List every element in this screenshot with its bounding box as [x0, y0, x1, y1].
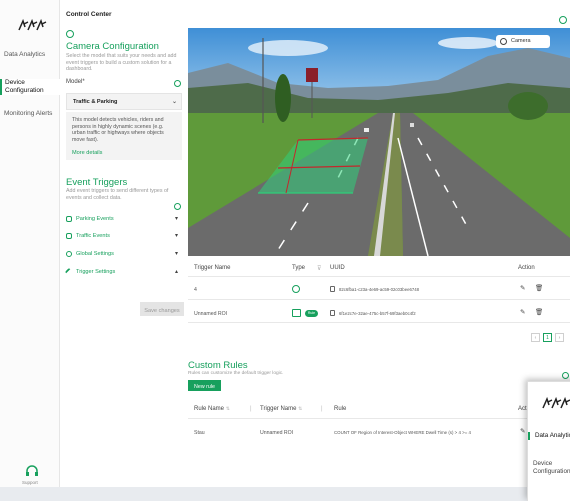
info-icon[interactable] [174, 80, 181, 87]
sidebar-item-data-analytics[interactable]: Data Analytics [528, 432, 570, 440]
accordion-label: Traffic Events [76, 233, 110, 239]
camera-button-label: Camera [511, 38, 531, 44]
sidebar: Data Analytics Device Configuration Moni… [0, 0, 60, 487]
camera-button[interactable]: Camera [496, 35, 550, 48]
sidebar-item-data-analytics[interactable]: Data Analytics [0, 51, 60, 59]
accordion-label: Trigger Settings [76, 269, 116, 275]
settings-gear-icon[interactable] [559, 16, 567, 24]
new-rule-button[interactable]: New rule [188, 380, 221, 391]
model-select-value: Traffic & Parking [73, 99, 118, 105]
rule-name-cell: Stau [194, 430, 205, 436]
uuid-cell: 6f1e2c7e-32ae-475c-b57f-69f3aeb0c4f2 [339, 311, 416, 316]
app-window: Data Analytics Device Configuration Moni… [0, 0, 570, 501]
column-separator: | [250, 406, 252, 412]
header-trigger-name[interactable]: Trigger Name ⇅ [260, 406, 302, 412]
brand-logo [18, 18, 47, 31]
wrench-icon [64, 267, 74, 277]
filter-icon[interactable]: ⊽ [317, 265, 321, 272]
sidebar-item-device-configuration[interactable]: Device Configuration [528, 460, 570, 476]
trash-icon[interactable]: 🗑 [535, 284, 543, 292]
event-triggers-description: Add event triggers to send different typ… [66, 188, 169, 201]
parking-icon [66, 216, 72, 222]
globe-icon [66, 251, 72, 257]
camera-icon [500, 38, 507, 45]
edit-icon[interactable]: ✎ [520, 308, 525, 316]
camera-configuration-title: Camera Configuration [66, 41, 159, 52]
pagination-next[interactable]: › [555, 333, 564, 342]
custom-rules-description: Rules can customize the default trigger … [188, 371, 284, 376]
pagination-page[interactable]: 1 [543, 333, 552, 342]
brand-logo [542, 396, 570, 409]
header-uuid: UUID [330, 265, 345, 271]
sort-icon: ⇅ [225, 406, 230, 412]
header-label: Trigger Name [260, 406, 297, 412]
model-description: This model detects vehicles, riders and … [72, 117, 164, 143]
sidebar-item-monitoring-alerts[interactable]: Monitoring Alerts [0, 110, 60, 118]
chevron-down-icon: ▾ [174, 251, 178, 257]
copy-icon[interactable] [330, 286, 335, 292]
divider [188, 276, 570, 277]
copy-icon[interactable] [330, 310, 335, 316]
accordion-label: Global Settings [76, 251, 114, 257]
main-content: Camera Trigger Name Type ⊽ UUID Action 4… [188, 0, 570, 487]
save-changes-button[interactable]: Save changes [140, 302, 184, 316]
chevron-down-icon: ▾ [174, 216, 178, 222]
header-type[interactable]: Type [292, 265, 305, 271]
trigger-name-cell: Unnamed ROI [194, 311, 228, 317]
headset-icon[interactable] [25, 465, 39, 477]
traffic-icon [66, 233, 72, 239]
back-icon[interactable] [66, 30, 74, 38]
chevron-down-icon: ⌄ [172, 99, 178, 105]
support-label[interactable]: Support [22, 480, 38, 485]
trigger-name-cell: Unnamed ROI [260, 430, 294, 436]
header-trigger-name[interactable]: Trigger Name [194, 265, 230, 271]
circle-trigger-icon [292, 285, 300, 293]
camera-configuration-description: Select the model that suits your needs a… [66, 53, 177, 73]
camera-feed[interactable]: Camera [188, 28, 570, 256]
overlay-window[interactable]: Data Analytics Device Configuration [527, 381, 570, 501]
more-details-link[interactable]: More details [72, 150, 102, 156]
chevron-up-icon: ▴ [174, 269, 178, 275]
chevron-down-icon: ▾ [174, 233, 178, 239]
edit-icon[interactable]: ✎ [520, 427, 525, 435]
camera-image [188, 28, 570, 256]
header-label: Rule Name [194, 406, 225, 412]
header-rule-name[interactable]: Rule Name ⇅ [194, 406, 230, 412]
accordion-global-settings[interactable]: Global Settings ▾ [66, 247, 182, 263]
trash-icon[interactable]: 🗑 [535, 308, 543, 316]
model-select[interactable]: Traffic & Parking ⌄ [66, 93, 182, 110]
configuration-panel: Control Center Camera Configuration Sele… [60, 0, 186, 487]
column-separator: | [321, 406, 323, 412]
accordion-parking-events[interactable]: Parking Events ▾ [66, 212, 182, 228]
pagination-prev[interactable]: ‹ [531, 333, 540, 342]
rule-badge: Rule [305, 310, 318, 317]
header-rule: Rule [334, 406, 347, 412]
accordion-traffic-events[interactable]: Traffic Events ▾ [66, 229, 182, 245]
divider [188, 418, 570, 419]
rule-cell: COUNT OF Region of Interest-Object WHERE… [334, 430, 471, 435]
trigger-name-cell: 4 [194, 287, 197, 293]
event-triggers-title: Event Triggers [66, 177, 128, 188]
info-icon[interactable] [174, 203, 181, 210]
accordion-label: Parking Events [76, 216, 114, 222]
roi-trigger-icon [292, 309, 301, 317]
divider [188, 322, 570, 323]
model-label: Model* [66, 79, 85, 85]
custom-rules-title: Custom Rules [188, 360, 248, 371]
divider [188, 299, 570, 300]
sidebar-item-device-configuration[interactable]: Device Configuration [0, 79, 60, 95]
edit-icon[interactable]: ✎ [520, 284, 525, 292]
accordion-trigger-settings[interactable]: Trigger Settings ▴ [64, 265, 182, 281]
info-icon[interactable] [562, 372, 569, 379]
uuid-cell: 82c6fba1-c23a-4e69-ac59-02c03bee6748 [339, 287, 420, 292]
window-title: Control Center [66, 11, 112, 18]
header-action: Action [518, 265, 535, 271]
sort-icon: ⇅ [298, 406, 303, 412]
